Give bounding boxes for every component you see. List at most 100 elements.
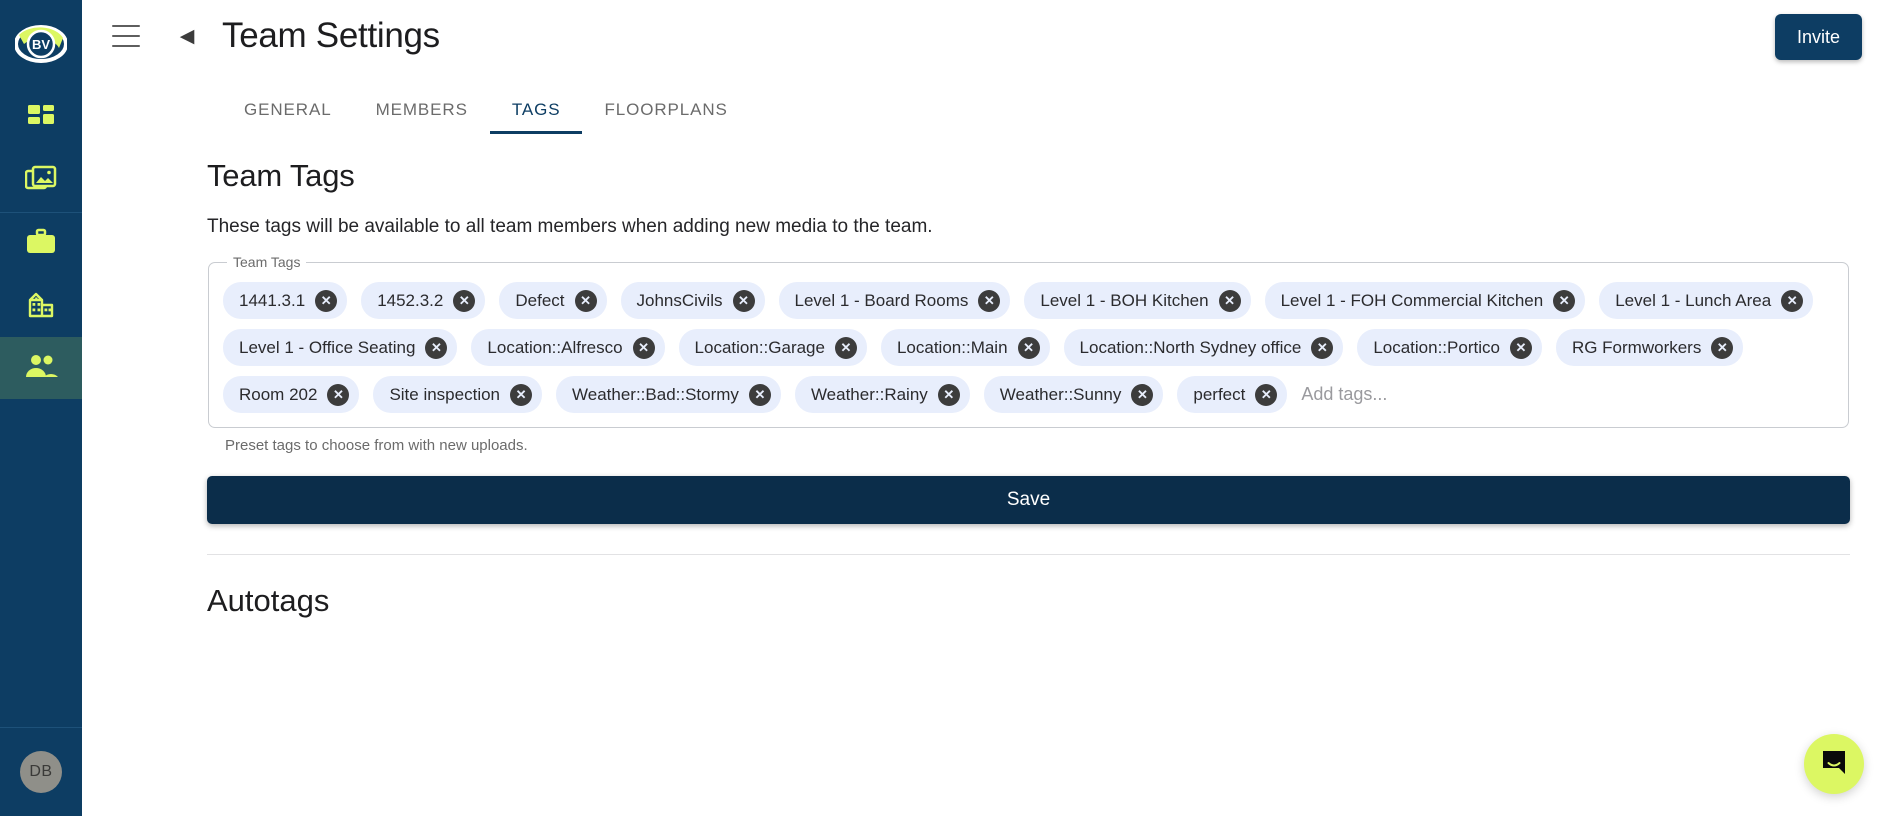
- tag-remove-icon[interactable]: ✕: [732, 289, 755, 312]
- tag-chip: perfect ✕: [1177, 376, 1288, 413]
- add-tags-input[interactable]: [1301, 377, 1534, 412]
- tag-remove-icon[interactable]: ✕: [315, 289, 338, 312]
- tag-chip-label: Level 1 - Office Seating: [239, 337, 416, 357]
- team-tags-helper-text: Preset tags to choose from with new uplo…: [225, 437, 528, 454]
- tab-members[interactable]: MEMBERS: [354, 100, 490, 134]
- tag-chip-label: Location::North Sydney office: [1079, 337, 1302, 357]
- tag-chip-label: Level 1 - Lunch Area: [1615, 290, 1772, 310]
- tag-remove-icon[interactable]: ✕: [1131, 383, 1154, 406]
- tag-remove-icon[interactable]: ✕: [1553, 289, 1576, 312]
- tab-tags[interactable]: TAGS: [489, 100, 583, 134]
- tag-remove-icon[interactable]: ✕: [834, 336, 857, 359]
- tag-chip: Location::Garage ✕: [678, 329, 867, 366]
- tab-bar: GENERAL MEMBERS TAGS FLOORPLANS: [82, 72, 1890, 134]
- avatar-container[interactable]: DB: [0, 728, 82, 816]
- tag-chip: RG Formworkers ✕: [1555, 329, 1744, 366]
- tag-remove-icon[interactable]: ✕: [1218, 289, 1241, 312]
- tag-chip: Location::Alfresco ✕: [471, 329, 665, 366]
- autotags-heading: Autotags: [207, 583, 330, 618]
- tag-chip-label: Level 1 - BOH Kitchen: [1040, 290, 1209, 310]
- tag-chip: Level 1 - Office Seating ✕: [223, 329, 458, 366]
- tag-remove-icon[interactable]: ✕: [632, 336, 655, 359]
- tag-chip: Level 1 - Lunch Area ✕: [1599, 282, 1814, 319]
- team-tags-heading: Team Tags: [207, 158, 355, 193]
- building-icon: [26, 290, 56, 323]
- team-tags-legend: Team Tags: [233, 254, 301, 270]
- tag-chip: Level 1 - FOH Commercial Kitchen ✕: [1264, 282, 1586, 319]
- sidebar-group-secondary: [0, 213, 82, 399]
- tag-remove-icon[interactable]: ✕: [425, 336, 448, 359]
- tag-chip-label: 1452.3.2: [377, 290, 444, 310]
- tag-chip-list: 1441.3.1 ✕ 1452.3.2 ✕ Defect ✕ JohnsCivils ✕ Lev…: [223, 280, 1834, 413]
- svg-text:BV: BV: [32, 37, 50, 52]
- tag-chip-label: Weather::Rainy: [810, 384, 928, 404]
- grid-icon: [26, 102, 56, 137]
- sidebar-item-media[interactable]: [0, 150, 82, 212]
- tag-chip: Room 202 ✕: [223, 376, 360, 413]
- chevron-left-icon[interactable]: ◀: [174, 23, 200, 49]
- tag-chip: Location::Main ✕: [880, 329, 1050, 366]
- tag-chip: Location::North Sydney office ✕: [1063, 329, 1344, 366]
- tag-chip: Defect ✕: [499, 282, 607, 319]
- tag-chip-label: JohnsCivils: [636, 290, 723, 310]
- sidebar-item-team[interactable]: [0, 337, 82, 399]
- tag-chip: JohnsCivils ✕: [620, 282, 765, 319]
- tag-remove-icon[interactable]: ✕: [937, 383, 960, 406]
- tag-chip: Weather::Sunny ✕: [983, 376, 1164, 413]
- tag-remove-icon[interactable]: ✕: [1509, 336, 1532, 359]
- tag-chip-label: Defect: [515, 290, 565, 310]
- tag-chip-label: perfect: [1193, 384, 1246, 404]
- tag-remove-icon[interactable]: ✕: [1017, 336, 1040, 359]
- team-tags-description: These tags will be available to all team…: [207, 216, 933, 237]
- tag-chip: Weather::Rainy ✕: [794, 376, 970, 413]
- tab-floorplans[interactable]: FLOORPLANS: [582, 100, 749, 134]
- tag-remove-icon[interactable]: ✕: [327, 383, 350, 406]
- tag-chip-label: Site inspection: [389, 384, 501, 404]
- sidebar-item-company[interactable]: [0, 275, 82, 337]
- tag-remove-icon[interactable]: ✕: [978, 289, 1001, 312]
- tag-remove-icon[interactable]: ✕: [1711, 336, 1734, 359]
- chat-bubble-icon: [1819, 747, 1849, 782]
- tag-chip-label: Location::Main: [896, 337, 1008, 357]
- tag-remove-icon[interactable]: ✕: [574, 289, 597, 312]
- briefcase-icon: [25, 228, 57, 261]
- tag-chip-label: RG Formworkers: [1571, 337, 1702, 357]
- tag-chip: 1441.3.1 ✕: [223, 282, 348, 319]
- logo-container[interactable]: BV: [0, 0, 82, 88]
- team-tags-fieldset: Team Tags 1441.3.1 ✕ 1452.3.2 ✕ Defect ✕ Johns…: [208, 254, 1849, 428]
- chat-launcher-button[interactable]: [1804, 734, 1864, 794]
- tag-chip: Level 1 - BOH Kitchen ✕: [1024, 282, 1251, 319]
- sidebar-item-projects[interactable]: [0, 213, 82, 275]
- tag-remove-icon[interactable]: ✕: [748, 383, 771, 406]
- tag-chip: Level 1 - Board Rooms ✕: [778, 282, 1011, 319]
- sidebar: BV DB: [0, 0, 82, 816]
- invite-button[interactable]: Invite: [1774, 14, 1862, 60]
- page-title: Team Settings: [222, 16, 440, 55]
- hamburger-icon[interactable]: [112, 25, 140, 47]
- tag-chip-label: Location::Portico: [1373, 337, 1500, 357]
- tag-remove-icon[interactable]: ✕: [1255, 383, 1278, 406]
- tag-remove-icon[interactable]: ✕: [453, 289, 476, 312]
- tag-remove-icon[interactable]: ✕: [510, 383, 533, 406]
- section-divider: [207, 554, 1850, 555]
- bv-logo: BV: [14, 18, 68, 70]
- tag-chip: Location::Portico ✕: [1357, 329, 1542, 366]
- tag-chip-label: Weather::Sunny: [999, 384, 1122, 404]
- main-area: ◀ Team Settings Invite GENERAL MEMBERS T…: [82, 0, 1890, 816]
- tag-chip: Site inspection ✕: [373, 376, 543, 413]
- tag-chip: Weather::Bad::Stormy ✕: [556, 376, 781, 413]
- sidebar-group-primary: [0, 88, 82, 212]
- tag-remove-icon[interactable]: ✕: [1311, 336, 1334, 359]
- app-root: BV DB ◀ Team Settings Invite GENERAL MEM…: [0, 0, 1890, 816]
- sidebar-item-dashboard[interactable]: [0, 88, 82, 150]
- tag-chip-label: Room 202: [239, 384, 318, 404]
- tab-general[interactable]: GENERAL: [222, 100, 354, 134]
- tag-chip-label: Location::Alfresco: [487, 337, 623, 357]
- tag-chip: 1452.3.2 ✕: [361, 282, 486, 319]
- save-button[interactable]: Save: [207, 476, 1850, 524]
- tag-remove-icon[interactable]: ✕: [1781, 289, 1804, 312]
- top-bar: ◀ Team Settings Invite: [82, 0, 1890, 72]
- avatar[interactable]: DB: [20, 751, 62, 793]
- photo-library-icon: [24, 164, 57, 199]
